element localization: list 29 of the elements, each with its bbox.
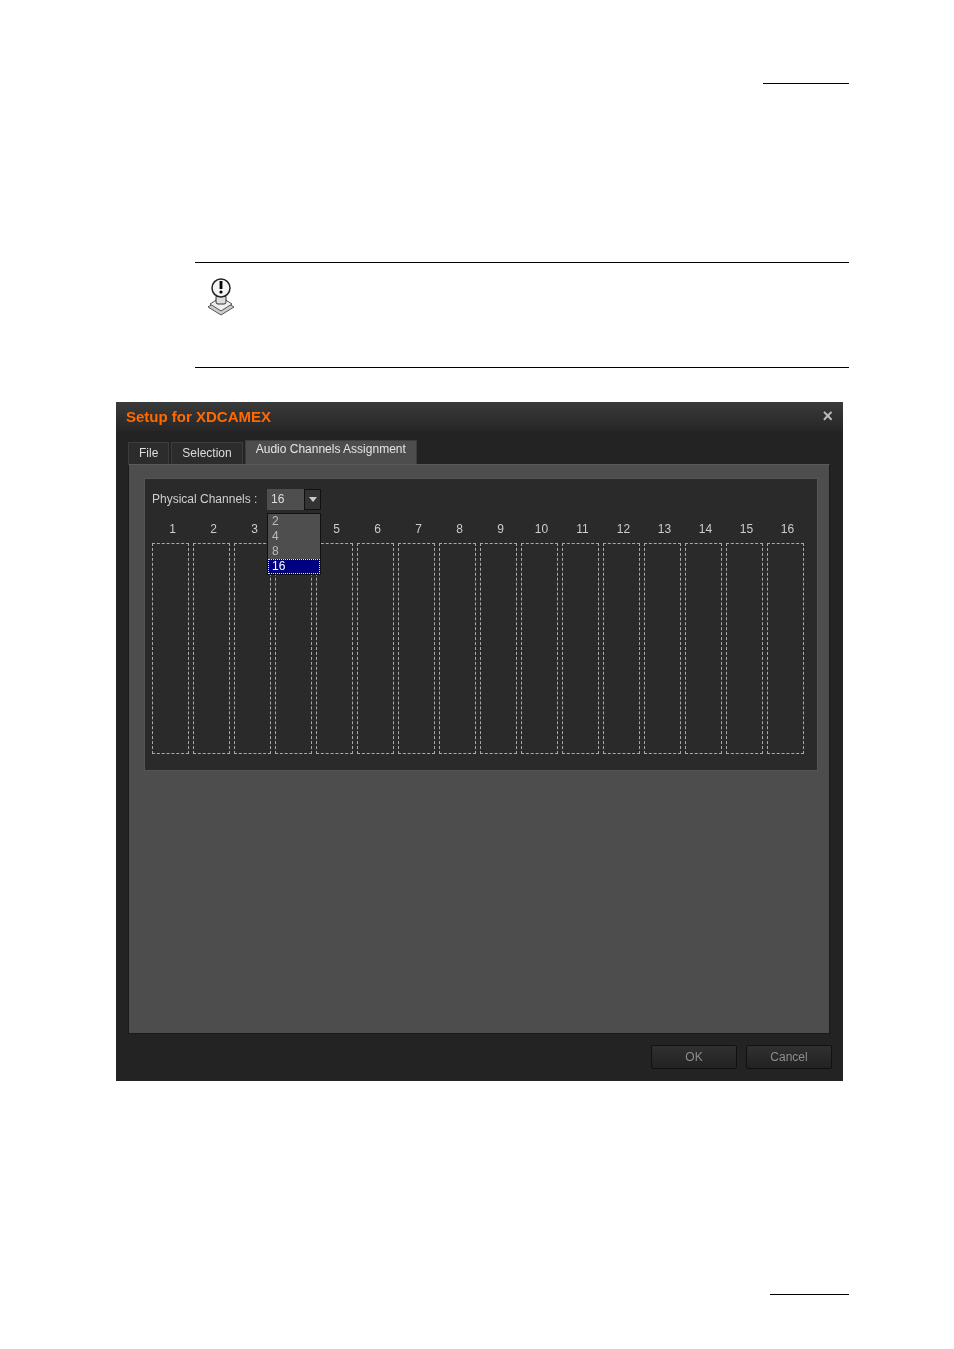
channel-number: 16	[779, 522, 796, 538]
dialog-button[interactable]: Cancel	[746, 1045, 832, 1069]
dropdown-option[interactable]: 4	[268, 528, 320, 544]
channel-number: 6	[373, 522, 382, 538]
channel-number: 1	[168, 522, 177, 538]
channel-number: 13	[656, 522, 673, 538]
channel-number: 8	[455, 522, 464, 538]
channel-number: 12	[615, 522, 632, 538]
channel-number: 9	[496, 522, 505, 538]
dialog-button[interactable]: OK	[651, 1045, 737, 1069]
channel-number: 2	[209, 522, 218, 538]
dropdown-option[interactable]: 2	[268, 513, 320, 529]
channel-number: 15	[738, 522, 755, 538]
dropdown-field[interactable]: 16	[267, 488, 304, 510]
dropdown-option[interactable]: 8	[268, 543, 320, 559]
tab[interactable]: File	[128, 442, 170, 464]
channel-number: 3	[250, 522, 259, 538]
channel-number: 5	[332, 522, 341, 538]
tab[interactable]: Audio Channels Assignment	[244, 440, 417, 464]
channel-number: 11	[575, 522, 590, 538]
channel-number: 10	[533, 522, 550, 538]
window-title: Setup for XDCAMEX	[126, 408, 271, 425]
tab[interactable]: Selection	[171, 442, 243, 464]
lightbulb-icon	[206, 277, 236, 317]
field-label: Physical Channels :	[152, 492, 259, 506]
channel-number: 14	[697, 522, 714, 538]
channel-number: 7	[414, 522, 423, 538]
dropdown-option[interactable]: 16	[268, 558, 320, 574]
close-button[interactable]: ×	[822, 406, 833, 427]
